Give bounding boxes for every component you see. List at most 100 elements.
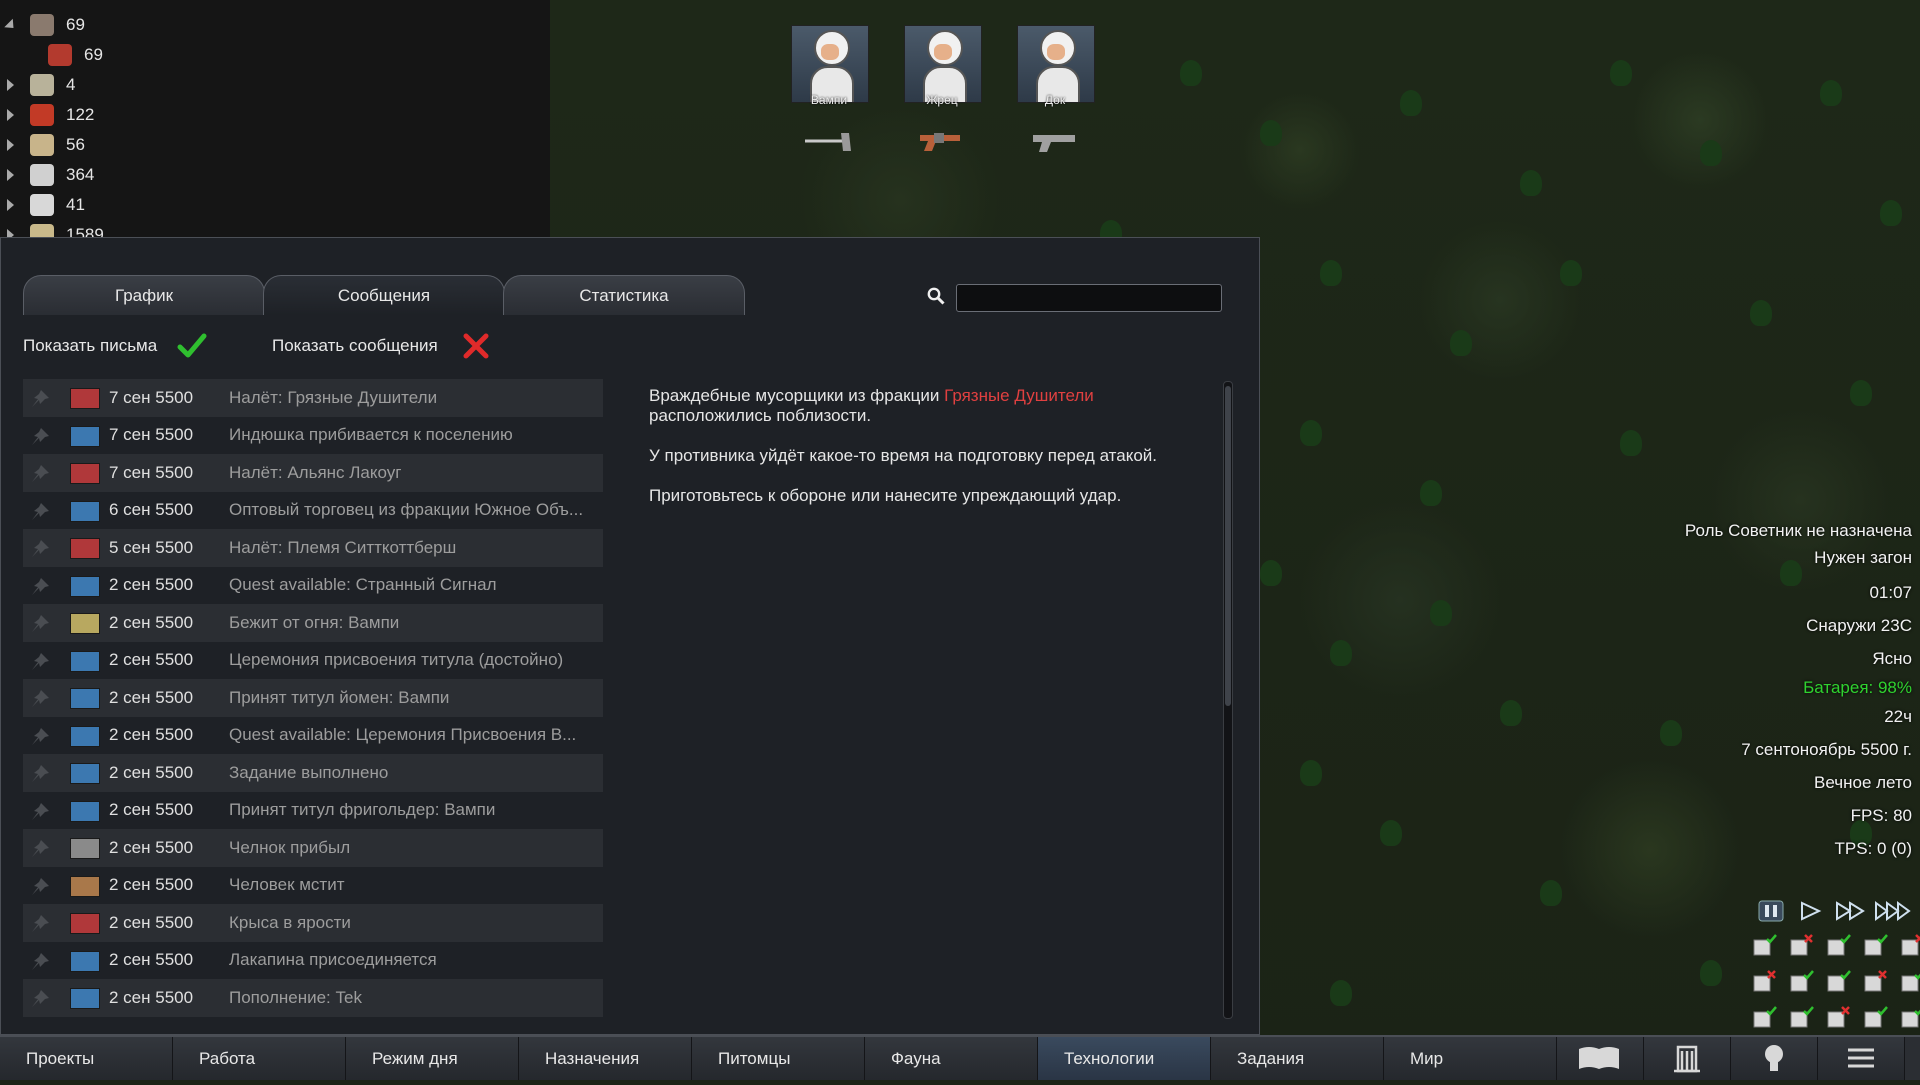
fertility-overlay-icon[interactable] (1788, 932, 1814, 958)
play-speed-2-icon[interactable] (1834, 900, 1868, 922)
resource-row[interactable]: 69 (0, 10, 550, 40)
pin-icon[interactable] (29, 763, 51, 783)
tree[interactable] (1820, 80, 1842, 106)
pin-icon[interactable] (29, 726, 51, 746)
book-icon[interactable] (1557, 1037, 1644, 1080)
show-letters-check-icon[interactable] (177, 332, 207, 360)
tree[interactable] (1330, 980, 1352, 1006)
idea-icon[interactable] (1731, 1037, 1818, 1080)
tree[interactable] (1400, 90, 1422, 116)
expand-arrow-icon[interactable] (7, 169, 14, 181)
tree[interactable] (1450, 330, 1472, 356)
show-messages-cross-icon[interactable] (462, 332, 490, 360)
bottom-tab[interactable]: Режим дня (346, 1037, 519, 1080)
message-row[interactable]: 2 сен 5500 Quest available: Странный Сигн… (23, 567, 603, 605)
pin-icon[interactable] (29, 426, 51, 446)
message-row[interactable]: 2 сен 5500 Лакапина присоединяется (23, 942, 603, 980)
expand-arrow-icon[interactable] (7, 109, 14, 121)
resource-row[interactable]: 364 (0, 160, 550, 190)
tab-schedule[interactable]: График (23, 275, 265, 315)
pin-icon[interactable] (29, 613, 51, 633)
pin-icon[interactable] (29, 988, 51, 1008)
grid-overlay-icon[interactable] (1899, 968, 1920, 994)
pin-icon[interactable] (29, 951, 51, 971)
message-row[interactable]: 7 сен 5500 Налёт: Грязные Душители (23, 379, 603, 417)
bottom-tab[interactable]: Технологии (1038, 1037, 1211, 1080)
bottom-tab[interactable]: Работа (173, 1037, 346, 1080)
pin-icon[interactable] (29, 501, 51, 521)
tree[interactable] (1880, 200, 1902, 226)
faction-link[interactable]: Грязные Душители (944, 386, 1094, 405)
zone-overlay-icon[interactable] (1825, 932, 1851, 958)
message-row[interactable]: 2 сен 5500 Принят титул йомен: Вампи (23, 679, 603, 717)
resource-row[interactable]: 56 (0, 130, 550, 160)
tree[interactable] (1620, 430, 1642, 456)
mine-overlay-icon[interactable] (1899, 932, 1920, 958)
planning-overlay-icon[interactable] (1862, 1004, 1888, 1030)
pin-icon[interactable] (29, 838, 51, 858)
tree[interactable] (1520, 170, 1542, 196)
search-input[interactable] (956, 284, 1222, 312)
pollution-overlay-icon[interactable] (1899, 1004, 1920, 1030)
tree[interactable] (1180, 60, 1202, 86)
tab-statistics[interactable]: Статистика (503, 275, 745, 315)
bottom-tab[interactable]: Проекты (0, 1037, 173, 1080)
message-scrollbar[interactable] (1223, 381, 1233, 1019)
message-row[interactable]: 2 сен 5500 Quest available: Церемония При… (23, 717, 603, 755)
beauty-overlay-icon[interactable] (1788, 1004, 1814, 1030)
message-row[interactable]: 2 сен 5500 Пополнение: Tek (23, 979, 603, 1017)
pin-icon[interactable] (29, 576, 51, 596)
tree[interactable] (1320, 260, 1342, 286)
tree[interactable] (1850, 380, 1872, 406)
pin-icon[interactable] (29, 876, 51, 896)
colonist-portrait[interactable]: Док (1017, 25, 1095, 107)
tree[interactable] (1700, 960, 1722, 986)
temperature-overlay-icon[interactable] (1862, 932, 1888, 958)
tree[interactable] (1300, 760, 1322, 786)
bottom-tab[interactable]: Задания (1211, 1037, 1384, 1080)
resource-row[interactable]: 4 (0, 70, 550, 100)
bottom-tab[interactable]: Питомцы (692, 1037, 865, 1080)
tree[interactable] (1500, 700, 1522, 726)
message-row[interactable]: 2 сен 5500 Крыса в ярости (23, 904, 603, 942)
message-row[interactable]: 7 сен 5500 Индюшка прибивается к поселени… (23, 417, 603, 455)
tree[interactable] (1540, 880, 1562, 906)
tree[interactable] (1560, 260, 1582, 286)
tree[interactable] (1700, 140, 1722, 166)
pin-icon[interactable] (29, 913, 51, 933)
tree[interactable] (1260, 560, 1282, 586)
tree[interactable] (1380, 820, 1402, 846)
world-overlay-icon[interactable] (1825, 968, 1851, 994)
resource-row[interactable]: 122 (0, 100, 550, 130)
collapse-arrow-icon[interactable] (4, 18, 18, 32)
pin-icon[interactable] (29, 463, 51, 483)
roof-overlay-icon[interactable] (1751, 968, 1777, 994)
tree[interactable] (1260, 120, 1282, 146)
tree[interactable] (1750, 300, 1772, 326)
home-area-icon[interactable] (1862, 968, 1888, 994)
message-row[interactable]: 2 сен 5500 Бежит от огня: Вампи (23, 604, 603, 642)
inspect-icon[interactable] (1751, 932, 1777, 958)
bottom-tab[interactable]: Назначения (519, 1037, 692, 1080)
expand-arrow-icon[interactable] (7, 79, 14, 91)
pen-needed-alert[interactable]: Нужен загон (1672, 547, 1912, 568)
bottom-tab[interactable]: Фауна (865, 1037, 1038, 1080)
terrain-overlay-icon[interactable] (1788, 968, 1814, 994)
pin-icon[interactable] (29, 538, 51, 558)
message-row[interactable]: 2 сен 5500 Человек мстит (23, 867, 603, 905)
colonist-portrait[interactable]: Вампи (791, 25, 869, 107)
tree[interactable] (1420, 480, 1442, 506)
tab-messages[interactable]: Сообщения (263, 275, 505, 315)
menu-icon[interactable] (1818, 1037, 1905, 1080)
message-row[interactable]: 5 сен 5500 Налёт: Племя Ситткоттберш (23, 529, 603, 567)
message-row[interactable]: 7 сен 5500 Налёт: Альянс Лакоуг (23, 454, 603, 492)
pause-icon[interactable] (1758, 900, 1784, 922)
message-row[interactable]: 2 сен 5500 Принят титул фригольдер: Вампи (23, 792, 603, 830)
pin-icon[interactable] (29, 688, 51, 708)
tree[interactable] (1300, 420, 1322, 446)
scrollbar-thumb[interactable] (1225, 386, 1231, 706)
chart-overlay-icon[interactable] (1751, 1004, 1777, 1030)
play-speed-3-icon[interactable] (1874, 900, 1914, 922)
pin-icon[interactable] (29, 651, 51, 671)
tree[interactable] (1430, 600, 1452, 626)
